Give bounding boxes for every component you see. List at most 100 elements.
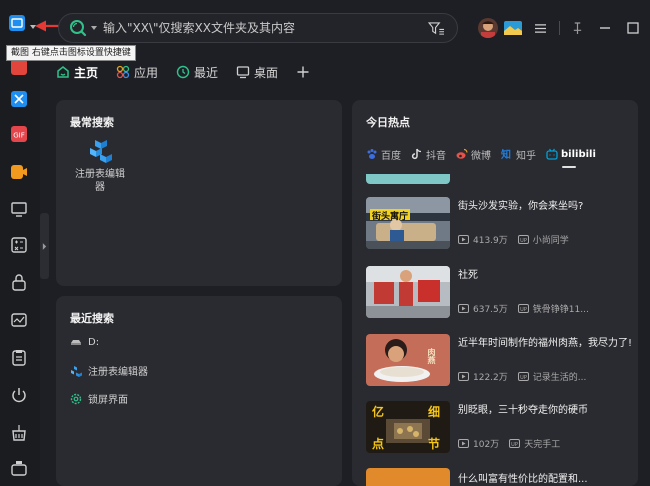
uploader-name: 铁骨铮铮11... [532,305,589,315]
recent-item-lockscreen[interactable]: 锁屏界面 [70,391,128,406]
play-count-icon [458,304,469,313]
video-item[interactable]: 肉燕 近半年时间制作的福州肉燕，我尽力了! 122.2万 UP 记录生活的... [366,334,632,388]
performance-monitor-icon[interactable] [10,311,28,329]
source-tab-zhihu[interactable]: 知 知乎 [501,147,536,162]
frequent-item-label-line2: 器 [95,182,105,193]
translate-icon[interactable] [10,90,28,108]
source-tab-baidu[interactable]: 百度 [366,147,401,162]
source-tab-label: 百度 [381,150,401,162]
maximize-icon[interactable] [627,22,639,34]
filter-icon[interactable] [428,21,445,36]
weibo-icon [456,148,468,159]
clipboard-icon[interactable] [10,348,28,366]
douyin-icon [411,148,422,160]
tab-apps[interactable]: 应用 [116,64,158,81]
frequent-item-regedit[interactable]: 注册表编辑 器 [72,138,128,194]
video-item[interactable]: 社死 637.5万 UP 铁骨铮铮11... [366,266,632,320]
hot-topics-title: 今日热点 [366,116,410,129]
video-title[interactable]: 近半年时间制作的福州肉燕，我尽力了! [458,336,632,351]
source-tab-label: 微博 [471,150,491,162]
search-bar[interactable] [58,13,458,43]
bilibili-icon [546,148,558,160]
tab-home[interactable]: 主页 [56,64,98,81]
avatar[interactable] [478,18,498,38]
clock-icon [176,65,190,79]
lock-icon[interactable] [10,273,28,291]
video-title[interactable]: 别眨眼，三十秒夺走你的硬币 [458,403,632,418]
play-count-icon [458,235,469,244]
sidebar-collapse-handle[interactable] [40,213,49,279]
recent-search-title: 最近搜索 [70,312,114,325]
svg-text:知: 知 [501,148,511,160]
hot-source-tabs: 百度 抖音 微博 知 知乎 bilibili [366,146,606,168]
video-thumbnail [366,468,450,486]
zhihu-icon: 知 [501,148,511,160]
left-toolbar: GIF [0,0,40,486]
video-thumbnail: 亿 细 点 节 [366,401,450,453]
skin-icon[interactable] [504,21,522,35]
calculator-icon[interactable] [10,236,28,254]
source-tab-douyin[interactable]: 抖音 [411,147,446,162]
svg-text:UP: UP [520,238,527,244]
tab-desktop[interactable]: 桌面 [236,64,278,81]
uploader-name: 小尚同学 [532,236,569,246]
uploader-name: 天完手工 [524,440,561,450]
source-tab-label: 知乎 [516,150,536,162]
thumbnail-caption: 亿 [372,405,385,419]
monitor-icon[interactable] [10,200,28,218]
baidu-paw-icon [367,149,377,159]
screenshot-tooltip: 截图 右键点击图标设置快捷键 [6,45,136,61]
play-count-icon [458,439,469,448]
svg-text:UP: UP [520,307,527,313]
video-thumbnail: 街头寓庁 [366,197,450,249]
separator [559,21,560,35]
cleanup-icon[interactable] [10,423,28,441]
drive-icon [71,340,81,345]
minimize-icon[interactable] [599,22,611,34]
view-count: 122.2万 [473,373,508,383]
video-record-icon[interactable] [10,163,28,181]
video-item-partial[interactable]: 什么叫富有性价比的配置和... [366,468,632,486]
recent-item-regedit[interactable]: 注册表编辑器 [70,363,148,378]
source-tab-label: bilibili [561,148,596,160]
add-tab-button[interactable] [296,65,314,79]
recent-search-panel: 最近搜索 D: 注册表编辑器 锁屏界面 [56,296,342,486]
source-tab-bilibili[interactable]: bilibili [546,148,596,168]
tab-apps-label: 应用 [134,65,159,80]
desktop-icon [236,66,250,79]
tab-home-label: 主页 [74,65,99,80]
source-tab-label: 抖音 [426,150,446,162]
tab-recent-label: 最近 [194,65,219,80]
screenshot-icon[interactable] [8,14,26,32]
uploader-name: 记录生活的... [532,373,587,383]
video-title[interactable]: 街头沙发实验，你会来坐吗? [458,199,632,214]
home-icon [57,66,69,78]
uploader-icon: UP [517,372,529,381]
video-meta: 122.2万 UP 记录生活的... [458,370,596,383]
recent-item-drive-d[interactable]: D: [70,336,99,348]
search-icon [69,19,87,37]
tray-icon[interactable] [10,458,28,476]
video-title[interactable]: 社死 [458,268,632,283]
view-count: 102万 [473,440,500,450]
video-meta: 637.5万 UP 铁骨铮铮11... [458,302,599,315]
tab-recent[interactable]: 最近 [176,64,218,81]
video-item[interactable]: 亿 细 点 节 别眨眼，三十秒夺走你的硬币 102万 UP 天完手工 [366,401,632,455]
gif-icon[interactable]: GIF [10,125,28,143]
svg-text:UP: UP [511,442,518,448]
search-input[interactable] [97,21,428,35]
recent-item-label: D: [88,336,100,348]
hot-topics-panel: 今日热点 百度 抖音 微博 知 知乎 bilibili 街头寓庁 街头沙发实验，… [352,100,638,486]
svg-text:UP: UP [520,375,527,381]
pin-icon[interactable] [572,21,583,35]
video-meta: 413.9万 UP 小尚同学 [458,233,579,246]
uploader-icon: UP [517,304,529,313]
power-icon[interactable] [10,386,28,404]
chevron-right-icon [42,242,47,250]
menu-icon[interactable] [534,23,547,34]
main-tabs: 主页 应用 最近 桌面 [56,60,332,84]
video-item[interactable]: 街头寓庁 街头沙发实验，你会来坐吗? 413.9万 UP 小尚同学 [366,197,632,251]
frequent-search-panel: 最常搜索 注册表编辑 器 [56,100,342,286]
source-tab-weibo[interactable]: 微博 [456,147,491,162]
view-count: 413.9万 [473,236,508,246]
